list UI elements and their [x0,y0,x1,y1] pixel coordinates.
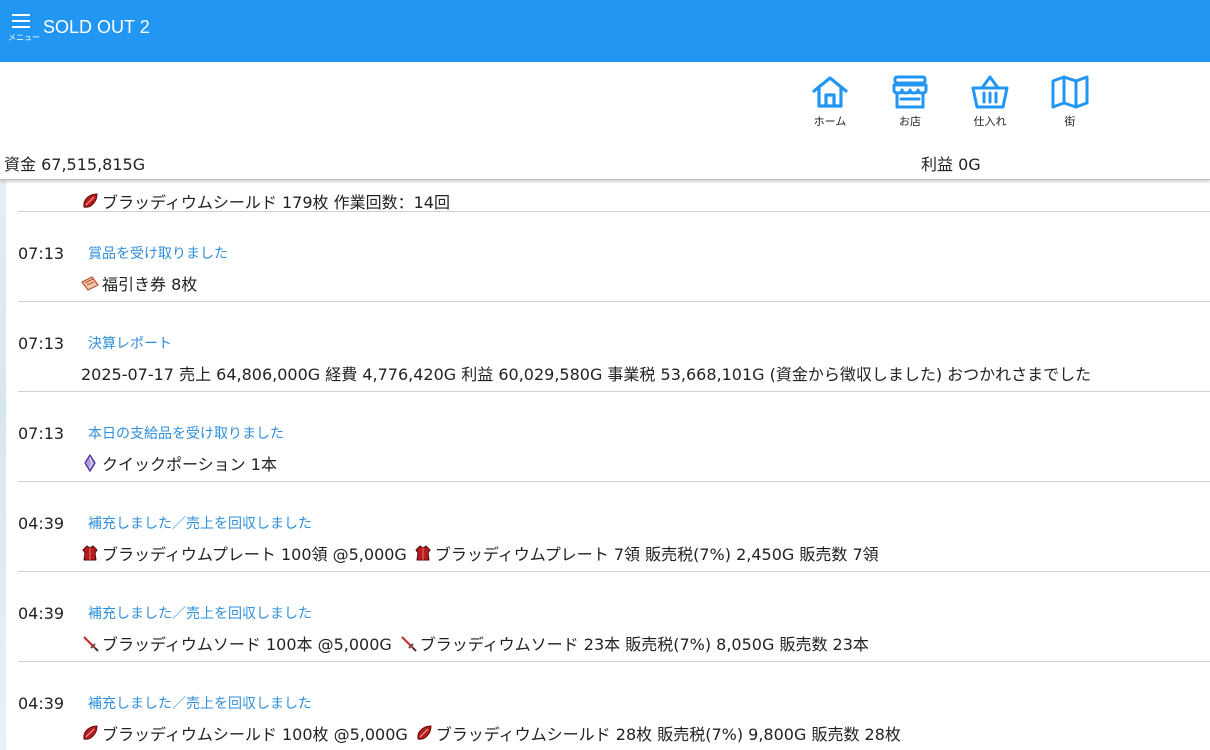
nav-home[interactable]: ホーム [800,74,860,129]
log-entry: 07:13 賞品を受け取りました 福引き券 8枚 [18,211,1210,301]
log-title: 補充しました／売上を回収しました [88,695,312,711]
log-detail-text: ブラッディウムシールド 100枚 @5,000G [102,725,408,744]
nav-town-label: 街 [1064,116,1076,128]
log-time: 07:13 [18,424,65,443]
log-detail: 福引き券 8枚 [81,271,197,295]
log-detail: 2025-07-17 売上 64,806,000G 経費 4,776,420G … [81,361,1091,385]
armor-icon [415,545,431,561]
log-time: 07:13 [18,244,65,263]
home-icon [812,76,848,108]
shield-icon [83,725,98,740]
log-title: 賞品を受け取りました [88,245,228,261]
sword-icon [401,636,417,652]
funds-display: 資金 67,515,815G [4,155,146,174]
log-detail-text: ブラッディウムシールド 28枚 販売税(7%) 9,800G 販売数 28枚 [435,725,901,744]
log-detail-text: ブラッディウムプレート 100領 @5,000G [102,545,407,564]
app-bar: メニュー SOLD OUT 2 [0,0,1210,62]
menu-icon-bar [12,26,30,28]
menu-icon-bar [12,20,30,22]
log-detail-text: 福引き券 8枚 [102,275,198,294]
log-detail: ブラッディウムソード 100本 @5,000G ブラッディウムソード 23本 販… [81,631,869,655]
shield-icon [83,193,98,208]
profit-display: 利益 0G [921,155,981,174]
log-entry: 04:39 補充しました／売上を回収しました ブラッディウムシールド 100枚 … [18,661,1210,750]
basket-icon [971,75,1009,109]
shop-icon [892,75,928,109]
log-detail-text: ブラッディウムプレート 7領 販売税(7%) 2,450G 販売数 7領 [434,545,879,564]
log-detail: ブラッディウムシールド 179枚 作業回数：14回 [81,189,450,213]
status-bar: 資金 67,515,815G 利益 0G [0,142,1210,180]
ticket-icon [81,276,99,291]
log-time: 07:13 [18,334,65,353]
menu-caption: メニュー [8,33,40,42]
log-detail-text: 2025-07-17 売上 64,806,000G 経費 4,776,420G … [81,365,1092,384]
nav-home-label: ホーム [813,116,847,128]
log-detail: クイックポーション 1本 [81,451,277,475]
activity-log[interactable]: ブラッディウムシールド 179枚 作業回数：14回 07:13 賞品を受け取りま… [6,180,1210,750]
nav-shop-label: お店 [899,116,921,128]
nav-purchase-label: 仕入れ [973,116,1007,128]
log-detail-text: クイックポーション 1本 [102,455,277,474]
log-title: 本日の支給品を受け取りました [88,425,284,441]
log-entry: 04:39 補充しました／売上を回収しました ブラッディウムソード 100本 @… [18,571,1210,661]
log-time: 04:39 [18,604,65,623]
potion-icon [84,454,96,472]
log-detail: ブラッディウムプレート 100領 @5,000G ブラッディウムプレート 7領 … [81,541,879,565]
log-entry: 07:13 本日の支給品を受け取りました クイックポーション 1本 [18,391,1210,481]
log-detail-text: ブラッディウムソード 100本 @5,000G [102,635,392,654]
map-icon [1051,75,1089,109]
top-nav: ホーム お店 仕入れ 街 [0,62,1210,142]
nav-purchase[interactable]: 仕入れ [960,74,1020,129]
nav-shop[interactable]: お店 [880,74,940,129]
log-detail-text: ブラッディウムソード 23本 販売税(7%) 8,050G 販売数 23本 [419,635,869,654]
log-entry: 07:13 決算レポート 2025-07-17 売上 64,806,000G 経… [18,301,1210,391]
log-time: 04:39 [18,694,65,713]
log-detail-text: ブラッディウムシールド 179枚 作業回数：14回 [102,193,450,212]
log-detail: ブラッディウムシールド 100枚 @5,000G ブラッディウムシールド 28枚… [81,721,901,745]
app-title: SOLD OUT 2 [43,17,150,37]
menu-icon [12,14,30,16]
sword-icon [83,636,99,652]
log-entry: 04:39 補充しました／売上を回収しました ブラッディウムプレート 100領 … [18,481,1210,571]
log-title: 決算レポート [88,335,172,351]
log-time: 04:39 [18,514,65,533]
nav-town[interactable]: 街 [1040,74,1100,129]
menu-button[interactable]: メニュー [6,8,40,44]
log-title: 補充しました／売上を回収しました [88,515,312,531]
armor-icon [82,545,98,561]
log-title: 補充しました／売上を回収しました [88,605,312,621]
shield-icon [417,725,432,740]
